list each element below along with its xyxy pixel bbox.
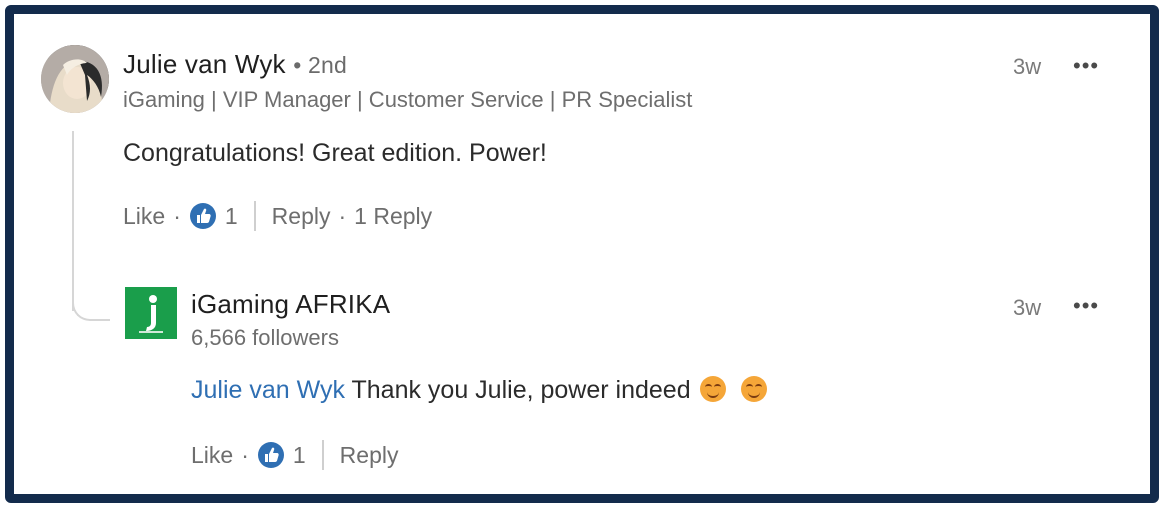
reply-like-button[interactable]: Like [191,442,233,469]
reply-actions: Like · 1 Reply [191,440,398,470]
comment-timestamp: 3w [1013,54,1042,79]
thumbs-up-icon[interactable] [257,441,285,469]
thumbs-up-icon[interactable] [189,202,217,230]
more-options-icon[interactable]: ••• [1073,53,1099,79]
reply-like-count[interactable]: 1 [293,442,306,469]
reply-author-name[interactable]: iGaming AFRIKA [191,289,390,320]
smiling-face-icon [740,376,767,402]
julie-avatar[interactable] [41,45,109,113]
igaming-afrika-logo[interactable] [125,287,177,339]
comment-actions: Like · 1 Reply · 1 Reply [123,201,432,231]
comment-author-name[interactable]: Julie van Wyk • 2nd [123,49,347,80]
separator-dot: · [173,202,181,229]
mention-link[interactable]: Julie van Wyk [191,376,345,404]
reply-count-link[interactable]: 1 Reply [354,203,432,230]
separator-dot: · [241,441,249,468]
author-name-text[interactable]: Julie van Wyk [123,49,286,79]
like-button[interactable]: Like [123,203,165,230]
avatar-photo [41,45,109,113]
author-headline: iGaming | VIP Manager | Customer Service… [123,87,693,112]
reply-timestamp: 3w [1013,295,1042,320]
action-divider [253,201,256,231]
reply-text: Julie van Wyk Thank you Julie, power ind… [191,376,767,405]
connection-degree: • 2nd [293,52,348,78]
reply-button[interactable]: Reply [272,203,331,230]
comment-text: Congratulations! Great edition. Power! [123,139,547,167]
like-count[interactable]: 1 [225,203,238,230]
separator-dot: · [338,202,347,229]
reply-more-options-icon[interactable]: ••• [1073,293,1099,319]
reply-reply-button[interactable]: Reply [340,442,399,469]
smiling-face-icon [699,376,726,402]
action-divider [321,440,324,470]
followers-count: 6,566 followers [191,325,339,350]
reply-text-body: Thank you Julie, power indeed [345,376,691,404]
comment-panel: Julie van Wyk • 2nd iGaming | VIP Manage… [0,0,1164,508]
thread-line-curve [72,291,110,321]
thread-line [72,131,74,311]
